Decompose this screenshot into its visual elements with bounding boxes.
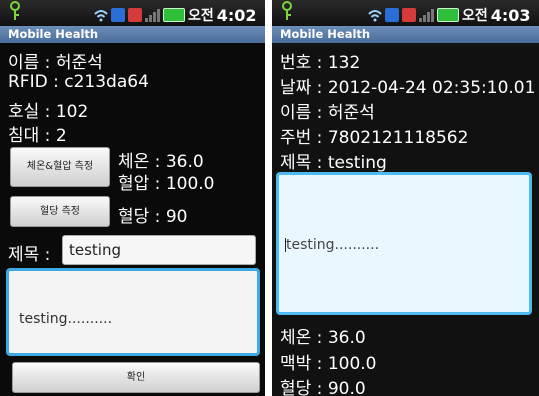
blood-pressure-label: 혈압 bbox=[118, 174, 150, 194]
status-icons: 오전 4:02 bbox=[94, 5, 257, 25]
date-value: 2012-04-24 02:35:10.01 bbox=[327, 78, 536, 98]
glucose-row: 혈당 : 90.0 bbox=[280, 374, 366, 396]
app-title-bar: Mobile Health bbox=[0, 26, 265, 43]
status-bar: 오전 4:03 bbox=[272, 0, 539, 26]
pulse-label: 맥박 bbox=[280, 354, 312, 374]
status-bar: 오전 4:02 bbox=[0, 0, 265, 26]
temperature-label: 체온 bbox=[280, 328, 312, 348]
memo-text: testing.......... bbox=[286, 237, 380, 253]
bed-value: 2 bbox=[55, 126, 67, 146]
temperature-value: 36.0 bbox=[327, 328, 366, 348]
status-ampm: 오전 bbox=[462, 8, 488, 24]
name-row: 이름 : 허준석 bbox=[280, 103, 375, 123]
confirm-button[interactable]: 확인 bbox=[12, 362, 260, 393]
status-time: 4:02 bbox=[216, 5, 257, 25]
pulse-value: 100.0 bbox=[327, 354, 377, 374]
wifi-icon bbox=[368, 10, 382, 22]
glucose-value: 90 bbox=[165, 207, 188, 227]
room-row: 호실 : 102 bbox=[8, 102, 89, 122]
subject-row: 제목 : testing bbox=[280, 153, 387, 173]
resident-number-label: 주번 bbox=[280, 128, 312, 148]
status-time: 4:03 bbox=[490, 5, 531, 25]
subject-input[interactable]: testing bbox=[62, 235, 256, 265]
record-number-value: 132 bbox=[327, 53, 361, 73]
sync-icon bbox=[385, 8, 399, 22]
signal-icon bbox=[145, 8, 160, 22]
name-label: 이름 bbox=[8, 53, 40, 73]
glucose-label: 혈당 bbox=[118, 207, 150, 227]
subject-label: 제목 bbox=[280, 153, 312, 173]
wifi-icon bbox=[94, 10, 108, 22]
subject-label: 제목 : bbox=[8, 245, 51, 265]
alert-icon bbox=[402, 8, 416, 22]
bed-row: 침대 : 2 bbox=[8, 126, 67, 146]
glucose-row: 혈당 : 90 bbox=[118, 207, 188, 227]
room-label: 호실 bbox=[8, 102, 40, 122]
resident-number-row: 주번 : 7802121118562 bbox=[280, 128, 469, 148]
date-row: 날짜 : 2012-04-24 02:35:10.01 bbox=[280, 78, 536, 98]
subject-value: testing bbox=[327, 153, 387, 173]
pulse-row: 맥박 : 100.0 bbox=[280, 354, 377, 374]
name-row: 이름 : 허준석 bbox=[8, 53, 103, 73]
room-value: 102 bbox=[55, 102, 89, 122]
name-value: 허준석 bbox=[55, 53, 103, 73]
name-label: 이름 bbox=[280, 103, 312, 123]
battery-icon bbox=[163, 8, 185, 22]
resident-number-value: 7802121118562 bbox=[327, 128, 469, 148]
rfid-row: RFID : c213da64 bbox=[8, 72, 149, 92]
measure-glucose-button[interactable]: 혈당 측정 bbox=[10, 196, 110, 227]
left-phone-screen: 오전 4:02 Mobile Health 이름 : 허준석 RFID : c2… bbox=[0, 0, 265, 396]
blood-pressure-row: 혈압 : 100.0 bbox=[118, 174, 215, 194]
measure-temp-bp-button[interactable]: 체온&혈압 측정 bbox=[10, 147, 110, 187]
memo-textarea[interactable]: testing.......... bbox=[276, 172, 532, 315]
app-title-bar: Mobile Health bbox=[272, 26, 539, 43]
sync-icon bbox=[111, 8, 125, 22]
status-ampm: 오전 bbox=[188, 8, 214, 24]
alert-icon bbox=[128, 8, 142, 22]
battery-icon bbox=[437, 8, 459, 22]
rfid-label: RFID bbox=[8, 72, 48, 92]
rfid-value: c213da64 bbox=[64, 72, 149, 92]
record-number-label: 번호 bbox=[280, 53, 312, 73]
glucose-value: 90.0 bbox=[327, 379, 366, 396]
blood-pressure-value: 100.0 bbox=[165, 174, 215, 194]
signal-icon bbox=[419, 8, 434, 22]
date-label: 날짜 bbox=[280, 78, 312, 98]
temperature-row: 체온 : 36.0 bbox=[280, 328, 366, 348]
key-icon bbox=[10, 1, 20, 20]
key-icon bbox=[282, 1, 292, 20]
name-value: 허준석 bbox=[327, 103, 375, 123]
record-number-row: 번호 : 132 bbox=[280, 53, 361, 73]
right-phone-screen: 오전 4:03 Mobile Health 번호 : 132 날짜 : 2012… bbox=[272, 0, 539, 396]
memo-textarea[interactable]: testing.......... bbox=[6, 268, 260, 356]
glucose-label: 혈당 bbox=[280, 379, 312, 396]
status-icons: 오전 4:03 bbox=[368, 5, 531, 25]
bed-label: 침대 bbox=[8, 126, 40, 146]
